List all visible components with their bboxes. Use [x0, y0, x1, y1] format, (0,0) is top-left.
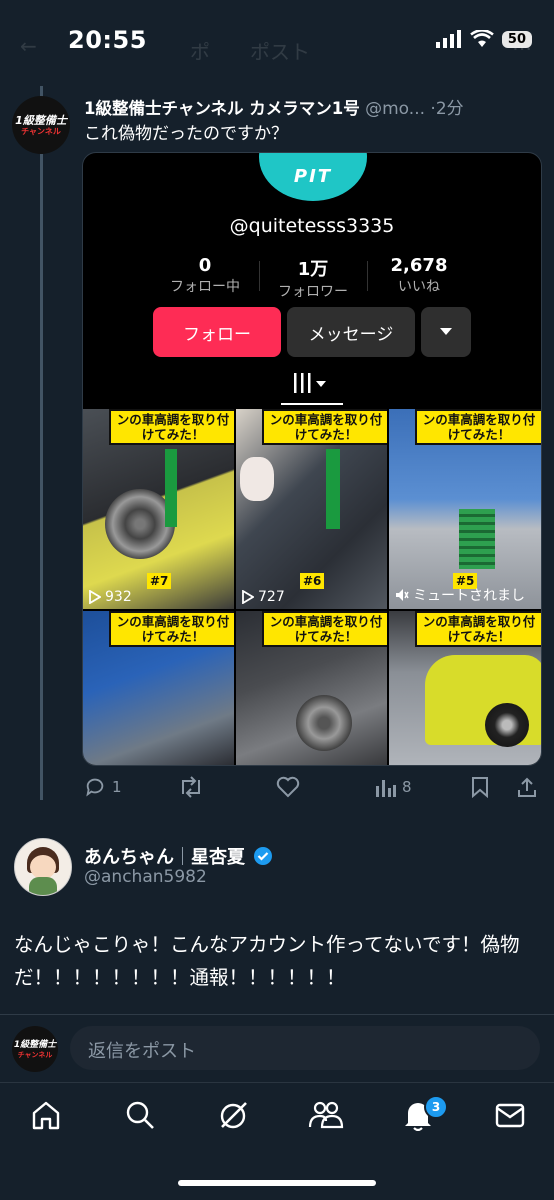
divider — [0, 1014, 554, 1015]
stat-likes-value: 2,678 — [390, 255, 448, 276]
repost-icon — [182, 776, 200, 798]
coilover-image — [165, 449, 177, 527]
video-views: 727 — [242, 589, 285, 605]
dropdown-button[interactable] — [421, 307, 471, 357]
ghost-header-left: ポ — [190, 40, 210, 64]
views-icon — [376, 780, 396, 797]
back-icon: ← — [20, 34, 37, 58]
share-icon — [518, 777, 536, 797]
video-banner: ンの車高調を取り付けてみた！ — [109, 611, 234, 647]
play-icon — [242, 590, 254, 604]
bookmark-action[interactable] — [470, 776, 490, 798]
video-banner: ンの車高調を取り付けてみた！ — [262, 409, 387, 445]
episode-tag: #7 — [147, 573, 172, 589]
video-thumb[interactable]: ンの車高調を取り付けてみた！ — [236, 611, 387, 765]
reply-icon — [86, 778, 104, 797]
heart-icon — [276, 776, 300, 798]
follow-button[interactable]: フォロー — [153, 307, 281, 357]
video-banner: ンの車高調を取り付けてみた！ — [262, 611, 387, 647]
reply-text: なんじゃこりゃ！こんなアカウント作ってないです！偽物だ！！！！！！！！通報！！！… — [14, 933, 520, 989]
repost-action[interactable] — [178, 776, 204, 798]
tiktok-username: @quitetesss3335 — [229, 215, 395, 237]
views-action[interactable]: 8 — [374, 776, 412, 798]
reply-author-avatar[interactable] — [14, 838, 72, 896]
grok-icon[interactable] — [216, 1099, 250, 1133]
car-wheel-image — [485, 703, 529, 747]
communities-icon[interactable] — [308, 1099, 344, 1131]
logo-text: PIT — [293, 166, 333, 187]
stat-following: 0 フォロー中 — [155, 255, 255, 296]
search-icon[interactable] — [124, 1099, 156, 1131]
notifications-tab[interactable]: 3 — [402, 1095, 448, 1135]
reply-action[interactable]: 1 — [84, 776, 122, 798]
stat-likes: 2,678 いいね — [369, 255, 469, 296]
episode-tag: #6 — [300, 573, 325, 589]
bookmark-icon — [472, 777, 488, 798]
messages-icon[interactable] — [494, 1099, 526, 1131]
videos-tab-underline — [281, 403, 343, 405]
verified-badge-icon — [254, 847, 272, 865]
parent-author-name[interactable]: 1級整備士チャンネル カメラマン1号 — [84, 99, 360, 118]
thread-line — [40, 154, 43, 800]
tiktok-avatar-logo: PIT — [259, 153, 367, 201]
video-banner: ンの車高調を取り付けてみた！ — [415, 409, 541, 445]
notifications-badge: 3 — [424, 1095, 448, 1119]
video-views: ミュートされまし — [395, 585, 525, 605]
parent-header: 1級整備士チャンネル カメラマン1号 @mo... ·2分 — [84, 94, 544, 119]
reply-input-placeholder: 返信をポスト — [88, 1041, 196, 1062]
videos-tab-icon[interactable] — [291, 371, 331, 401]
video-thumb[interactable]: ンの車高調を取り付けてみた！ #5 ミュートされまし — [389, 409, 541, 609]
coilover-image — [326, 449, 340, 529]
mechanic-image — [240, 457, 274, 501]
video-banner: ンの車高調を取り付けてみた！ — [415, 611, 541, 647]
reply-author-handle[interactable]: @anchan5982 — [84, 867, 207, 887]
stat-following-value: 0 — [198, 255, 212, 276]
stat-following-label: フォロー中 — [170, 279, 240, 295]
brake-disc-image — [296, 695, 352, 751]
video-thumb[interactable]: ンの車高調を取り付けてみた！ — [83, 611, 234, 765]
ghost-header-title: ポスト — [250, 40, 310, 64]
stat-likes-label: いいね — [398, 279, 440, 295]
video-banner: ンの車高調を取り付けてみた！ — [109, 409, 234, 445]
coilover-image — [459, 509, 495, 569]
reply-input[interactable]: 返信をポスト — [70, 1026, 540, 1070]
video-thumb[interactable]: ンの車高調を取り付けてみた！ #6 727 — [236, 409, 387, 609]
like-action[interactable] — [276, 776, 300, 798]
mute-icon — [396, 589, 409, 601]
stat-divider — [367, 261, 368, 291]
stat-divider — [259, 261, 260, 291]
nav-divider — [0, 1082, 554, 1083]
reply-author-name[interactable]: あんちゃん — [84, 843, 174, 869]
home-indicator — [178, 1180, 376, 1186]
stat-followers-value: 1万 — [297, 259, 329, 280]
reply-author-header: あんちゃん 星杏夏 — [84, 843, 273, 869]
stat-followers-label: フォロワー — [278, 284, 348, 300]
ghost-header: ← ポ ポスト ⋯ — [0, 30, 554, 70]
parent-handle[interactable]: @mo... — [365, 99, 425, 119]
parent-time[interactable]: 2分 — [436, 99, 464, 119]
video-views: 932 — [89, 589, 132, 605]
stat-followers: 1万 フォロワー — [263, 255, 363, 301]
media-card[interactable]: PIT @quitetesss3335 0 フォロー中 1万 フォロワー 2,6… — [82, 152, 542, 766]
share-action[interactable] — [516, 776, 538, 798]
video-thumb[interactable]: ンの車高調を取り付けてみた！ #7 932 — [83, 409, 234, 609]
video-thumb[interactable]: ンの車高調を取り付けてみた！ — [389, 611, 541, 765]
caret-down-icon — [440, 328, 452, 335]
parent-avatar[interactable]: 1級整備士 チャンネル — [12, 96, 70, 154]
home-icon[interactable] — [30, 1099, 62, 1131]
reply-author-name-suffix[interactable]: 星杏夏 — [191, 843, 245, 869]
play-icon — [89, 590, 101, 604]
more-icon: ⋯ — [512, 36, 532, 60]
name-divider — [182, 847, 183, 865]
parent-text: これ偽物だったのですか？ — [84, 124, 288, 144]
composer-avatar: 1級整備士 チャンネル — [12, 1026, 58, 1072]
message-button[interactable]: メッセージ — [287, 307, 415, 357]
